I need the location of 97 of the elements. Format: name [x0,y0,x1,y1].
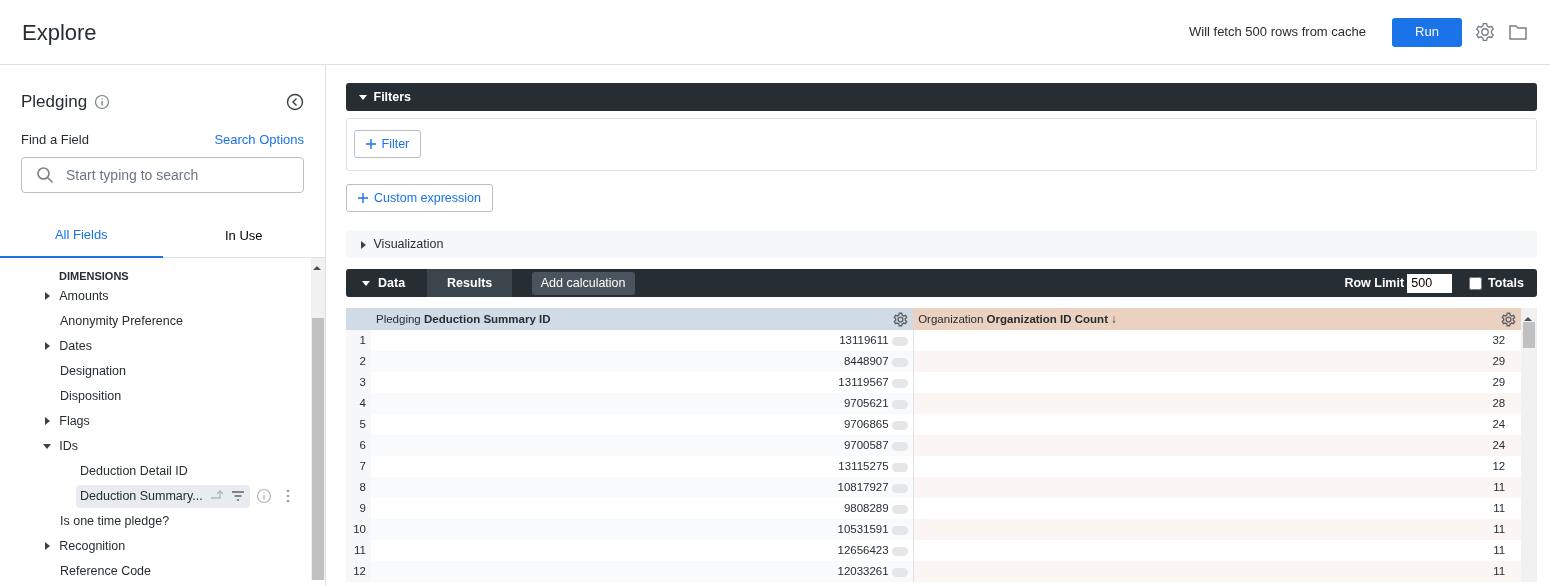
run-button[interactable]: Run [1392,17,1462,47]
table-cell: 11 [913,477,1522,499]
scrollbar[interactable] [311,257,325,580]
row-number: 7 [346,456,371,478]
folder-icon[interactable] [1508,23,1528,41]
table-cell: 13119567 [838,376,889,389]
row-number: 4 [346,393,371,415]
field-item[interactable]: Deduction Detail ID [80,461,188,481]
table-cell: 11 [913,561,1522,583]
totals-checkbox[interactable] [1468,276,1482,290]
column-header[interactable]: Organization Organization ID Count ↓ [913,308,1522,331]
table-cell: 13115275 [838,460,889,473]
field-group[interactable]: Dates [59,336,92,356]
add-filter-button[interactable]: Filter [353,129,422,159]
table-cell: 12656423 [837,544,889,557]
field-item[interactable]: Reference Code [60,561,152,580]
table-cell: 12033261 [837,565,889,578]
field-group[interactable]: Flags [59,411,90,431]
field-item[interactable]: Deduction Summary... [76,484,250,508]
column-settings-icon[interactable] [893,311,909,327]
field-group[interactable]: IDs [59,436,78,456]
row-number: 1 [346,330,371,352]
row-limit-label: Row Limit [1344,274,1405,292]
table-cell: 12 [913,456,1522,478]
column-header[interactable]: Pledging Deduction Summary ID [371,308,914,331]
row-number: 2 [346,351,371,373]
column-header [346,308,371,331]
table-cell: 11 [913,498,1522,520]
table-cell: 9700587 [843,439,889,452]
filter-icon[interactable] [229,489,246,503]
caret-icon[interactable] [362,279,370,288]
table-cell: 9706865 [843,418,889,431]
find-field-label: Find a Field [21,130,89,149]
row-number: 6 [346,435,371,457]
field-item[interactable]: Designation [60,361,126,381]
section-title: Visualization [373,236,444,254]
field-item[interactable]: Anonymity Preference [60,311,183,331]
row-number: 10 [346,519,371,541]
custom-expression-button[interactable]: Custom expression [346,183,493,213]
section-heading: DIMENSIONS [59,269,129,285]
more-icon[interactable] [285,489,290,503]
search-field[interactable]: Start typing to search [21,157,304,193]
scrollbar[interactable] [1521,308,1537,583]
sidebar-tab[interactable]: All Fields [0,215,163,258]
results-tab[interactable]: Results [427,269,513,298]
table-cell: 11 [913,519,1522,541]
column-settings-icon[interactable] [1501,311,1517,327]
caret-icon[interactable] [43,442,51,450]
info-icon[interactable] [255,488,272,504]
table-cell: 9705621 [843,397,889,410]
scrollbar-thumb[interactable] [1523,322,1535,349]
caret-icon[interactable] [43,292,51,300]
table-cell: 13119611 [839,334,889,347]
row-number: 8 [346,477,371,499]
section-title: Data [378,274,406,292]
row-number: 3 [346,372,371,394]
table-cell: 29 [913,372,1522,394]
field-group[interactable]: Amounts [59,286,109,306]
table-cell: 10531591 [837,523,889,536]
sidebar-title: Pledging [21,91,88,113]
filters-bar[interactable]: Filters [346,83,1537,111]
caret-icon[interactable] [43,342,51,350]
row-number: 11 [346,540,371,562]
table-cell: 9808289 [843,502,889,515]
cache-note: Will fetch 500 rows from cache [1189,23,1366,42]
caret-icon[interactable] [43,417,51,425]
field-group[interactable]: Recognition [59,536,126,556]
section-title: Filters [373,88,411,106]
table-cell: 32 [913,330,1522,352]
table-cell: 10817927 [837,481,889,494]
row-limit-field[interactable]: 500 [1407,273,1453,293]
info-icon[interactable] [93,93,110,110]
settings-icon[interactable] [1475,22,1495,42]
field-item[interactable]: Disposition [60,386,122,406]
add-calculation-button[interactable]: Add calculation [531,271,635,295]
plus-icon [365,138,376,149]
page-title: Explore [22,18,97,47]
caret-icon[interactable] [359,240,367,249]
visualization-bar[interactable]: Visualization [346,231,1537,259]
caret-icon[interactable] [359,93,367,101]
collapse-icon[interactable] [286,92,304,111]
table-cell: 28 [913,393,1522,415]
scrollbar-thumb[interactable] [312,317,324,580]
table-cell: 29 [913,351,1522,373]
row-number: 5 [346,414,371,436]
table-cell: 11 [913,540,1522,562]
totals-label: Totals [1488,274,1524,292]
caret-icon[interactable] [43,542,51,550]
search-options-link[interactable]: Search Options [214,129,304,149]
sidebar-tab[interactable]: In Use [162,215,325,258]
plus-icon [358,192,368,203]
table-cell: 24 [913,435,1522,457]
table-cell: 24 [913,414,1522,436]
field-item[interactable]: Is one time pledge? [60,511,170,531]
row-number: 12 [346,561,371,583]
table-cell: 8448907 [843,355,889,368]
row-number: 9 [346,498,371,520]
